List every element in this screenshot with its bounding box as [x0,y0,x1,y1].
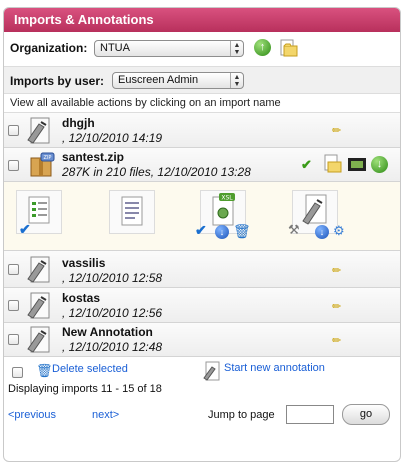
new-folder-icon[interactable] [278,37,300,59]
download-arrow-icon: ↓ [376,158,383,170]
upload-button[interactable]: ↑ [254,39,271,56]
blue-checkmark-icon: ✔ [19,221,31,237]
import-row[interactable]: New Annotation , 12/10/2010 12:48 ✏ [4,323,400,357]
zip-badge-text: ZIP [44,155,52,161]
select-arrows-icon: ▲ ▼ [230,41,243,56]
transform-icon: ⚒ [288,222,300,237]
imports-panel: Imports & Annotations Organization: NTUA… [3,7,401,462]
select-arrows-icon: ▲ ▼ [230,73,243,88]
row-checkbox[interactable] [8,160,19,171]
import-name[interactable]: kostas [62,291,100,305]
action-view-items[interactable] [109,190,155,234]
delete-selected-link[interactable]: Delete selected [52,363,128,375]
edit-pencil-icon[interactable]: ✏ [332,300,341,313]
user-selected: Euscreen Admin [118,74,199,86]
upload-arrow-icon: ↑ [259,41,266,53]
jump-to-page-label: Jump to page [208,409,275,421]
action-annotate[interactable]: ⚒ ↓ ⚙ [288,190,345,239]
new-annotation-icon[interactable] [202,361,222,383]
import-meta: 287K in 210 files, 12/10/2010 13:28 [62,165,251,179]
edit-pencil-icon[interactable]: ✏ [332,264,341,277]
import-actions-panel: ✔ XSL ✔ ↓ 🗑 ⚒ ↓ ⚙ [4,182,400,251]
import-name[interactable]: vassilis [62,256,105,270]
actions-hint: View all available actions by clicking o… [4,94,400,113]
row-checkbox[interactable] [8,300,19,311]
row-checkbox[interactable] [8,334,19,345]
mapping-folder-icon[interactable] [322,153,344,175]
download-circle-icon[interactable]: ↓ [215,225,229,239]
annotation-document-icon [27,117,50,144]
import-name[interactable]: dhgjh [62,116,95,130]
organization-select[interactable]: NTUA ▲ ▼ [94,40,244,57]
import-meta: , 12/10/2010 12:56 [62,306,163,320]
next-link[interactable]: next> [92,409,119,421]
import-meta: , 12/10/2010 14:19 [62,131,163,145]
organization-row: Organization: NTUA ▲ ▼ ↑ [4,32,400,66]
page-number-input[interactable] [286,405,334,424]
action-xsl-transform[interactable]: XSL ✔ ↓ 🗑 [195,190,251,239]
import-name[interactable]: santest.zip [62,150,124,164]
media-strip-icon[interactable] [347,154,367,174]
import-meta: , 12/10/2010 12:48 [62,340,163,354]
panel-title: Imports & Annotations [4,8,400,32]
imports-by-user-row: Imports by user: Euscreen Admin ▲ ▼ [4,66,400,94]
import-row[interactable]: ZIP santest.zip 287K in 210 files, 12/10… [4,148,400,182]
imports-by-user-label: Imports by user: [10,74,105,88]
annotation-document-icon [27,326,50,353]
download-circle-icon[interactable]: ↓ [315,225,329,239]
annotation-document-icon [27,292,50,319]
select-all-checkbox[interactable] [12,367,23,378]
annotation-document-icon [27,256,50,283]
footer: 🗑 Delete selected Start new annotation D… [4,357,400,445]
blue-checkmark-icon: ✔ [195,222,207,238]
start-new-annotation-link[interactable]: Start new annotation [224,362,325,374]
import-row[interactable]: kostas , 12/10/2010 12:56 ✏ [4,288,400,323]
import-meta: , 12/10/2010 12:58 [62,271,163,285]
import-name[interactable]: New Annotation [62,325,153,339]
document-list-icon [121,196,143,226]
trash-icon[interactable]: 🗑 [233,223,251,240]
go-button[interactable]: go [342,404,390,425]
share-icon[interactable]: ⚙ [333,223,345,239]
user-select[interactable]: Euscreen Admin ▲ ▼ [112,72,244,89]
action-validate[interactable]: ✔ [16,190,62,237]
import-row[interactable]: dhgjh , 12/10/2010 14:19 ✏ [4,113,400,148]
valid-checkmark-icon[interactable]: ✔ [301,157,312,173]
edit-pencil-icon[interactable]: ✏ [332,334,341,347]
organization-selected: NTUA [100,42,130,54]
displaying-count: Displaying imports 11 - 15 of 18 [8,383,162,395]
zip-archive-icon: ZIP [30,152,55,177]
edit-pencil-icon[interactable]: ✏ [332,124,341,137]
row-checkbox[interactable] [8,264,19,275]
trash-icon[interactable]: 🗑 [36,363,53,379]
download-button[interactable]: ↓ [371,156,388,173]
previous-link[interactable]: <previous [8,409,56,421]
import-row[interactable]: vassilis , 12/10/2010 12:58 ✏ [4,251,400,288]
organization-label: Organization: [10,41,88,55]
xsl-badge-text: XSL [221,195,233,202]
row-checkbox[interactable] [8,125,19,136]
